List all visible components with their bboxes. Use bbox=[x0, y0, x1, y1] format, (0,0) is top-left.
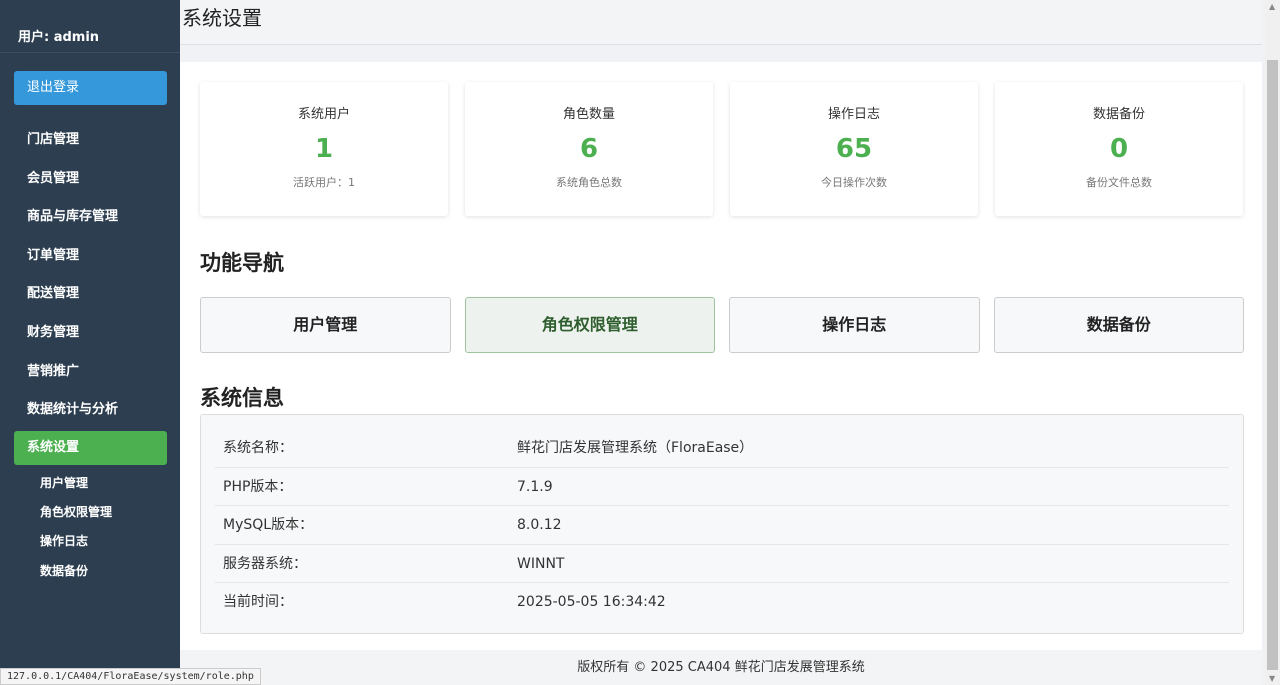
sidebar-item-system-settings[interactable]: 系统设置 bbox=[14, 430, 167, 465]
info-key: 系统名称： bbox=[223, 440, 293, 456]
logout-button[interactable]: 退出登录 bbox=[14, 71, 167, 105]
scroll-down-arrow-icon[interactable]: ▼ bbox=[1269, 674, 1275, 683]
submenu-item-roles[interactable]: 角色权限管理 bbox=[0, 498, 180, 527]
sidebar-item-orders[interactable]: 订单管理 bbox=[0, 238, 180, 277]
sidebar-item-analytics[interactable]: 数据统计与分析 bbox=[0, 392, 180, 431]
info-value: 7.1.9 bbox=[517, 478, 553, 495]
page-title: 系统设置 bbox=[182, 6, 262, 30]
submenu-item-backup[interactable]: 数据备份 bbox=[0, 557, 180, 586]
main-content: 系统用户 1 活跃用户：1 角色数量 6 系统角色总数 操作日志 65 今日操作… bbox=[180, 62, 1262, 650]
stats-row: 系统用户 1 活跃用户：1 角色数量 6 系统角色总数 操作日志 65 今日操作… bbox=[200, 82, 1244, 216]
info-row: 服务器系统： WINNT bbox=[215, 545, 1229, 583]
info-row: 当前时间： 2025-05-05 16:34:42 bbox=[215, 583, 1229, 622]
sidebar-item-delivery[interactable]: 配送管理 bbox=[0, 276, 180, 315]
stat-label: 操作日志 bbox=[827, 107, 880, 122]
stat-value: 65 bbox=[835, 134, 873, 164]
info-row: PHP版本： 7.1.9 bbox=[215, 468, 1229, 506]
stat-card-logs: 操作日志 65 今日操作次数 bbox=[730, 82, 978, 216]
system-info-panel: 系统名称： 鲜花门店发展管理系统（FloraEase） PHP版本： 7.1.9… bbox=[200, 414, 1244, 634]
nav-button-roles[interactable]: 角色权限管理 bbox=[464, 297, 715, 353]
stat-label: 系统用户 bbox=[297, 107, 350, 122]
info-key: MySQL版本： bbox=[223, 517, 314, 533]
info-row: MySQL版本： 8.0.12 bbox=[215, 506, 1229, 545]
stat-card-roles: 角色数量 6 系统角色总数 bbox=[465, 82, 713, 216]
stat-sub: 备份文件总数 bbox=[1086, 176, 1152, 189]
sidebar-menu: 门店管理 会员管理 商品与库存管理 订单管理 配送管理 财务管理 营销推广 数据… bbox=[0, 122, 180, 586]
stat-card-users: 系统用户 1 活跃用户：1 bbox=[200, 82, 448, 216]
submenu-item-users[interactable]: 用户管理 bbox=[0, 469, 180, 498]
info-key: 当前时间： bbox=[223, 594, 293, 610]
status-bar-url: 127.0.0.1/CA404/FloraEase/system/role.ph… bbox=[0, 668, 261, 685]
sidebar-item-products-inventory[interactable]: 商品与库存管理 bbox=[0, 199, 180, 238]
sidebar-item-marketing[interactable]: 营销推广 bbox=[0, 354, 180, 393]
stat-value: 6 bbox=[579, 134, 599, 164]
sidebar-item-members[interactable]: 会员管理 bbox=[0, 161, 180, 200]
nav-button-logs[interactable]: 操作日志 bbox=[729, 297, 980, 353]
stat-label: 数据备份 bbox=[1092, 107, 1145, 122]
stat-sub: 系统角色总数 bbox=[556, 176, 622, 189]
info-value: WINNT bbox=[517, 555, 565, 572]
nav-section-title: 功能导航 bbox=[200, 251, 284, 275]
info-row: 系统名称： 鲜花门店发展管理系统（FloraEase） bbox=[215, 429, 1229, 468]
info-value: 8.0.12 bbox=[517, 517, 562, 533]
sidebar: 用户: admin 退出登录 门店管理 会员管理 商品与库存管理 订单管理 配送… bbox=[0, 0, 180, 685]
info-key: PHP版本： bbox=[223, 478, 293, 495]
vertical-scrollbar[interactable]: ▲ ▼ bbox=[1265, 0, 1280, 685]
info-value: 2025-05-05 16:34:42 bbox=[517, 594, 666, 610]
function-nav: 用户管理 角色权限管理 操作日志 数据备份 bbox=[200, 297, 1244, 353]
stat-value: 1 bbox=[314, 134, 334, 164]
info-section-title: 系统信息 bbox=[200, 386, 284, 410]
stat-value: 0 bbox=[1109, 134, 1129, 164]
sidebar-item-finance[interactable]: 财务管理 bbox=[0, 315, 180, 354]
stat-card-backups: 数据备份 0 备份文件总数 bbox=[995, 82, 1243, 216]
nav-button-backup[interactable]: 数据备份 bbox=[993, 297, 1244, 353]
scroll-up-arrow-icon[interactable]: ▲ bbox=[1269, 2, 1275, 11]
sidebar-item-stores[interactable]: 门店管理 bbox=[0, 122, 180, 161]
nav-button-users[interactable]: 用户管理 bbox=[200, 297, 451, 353]
current-user: 用户: admin bbox=[0, 0, 180, 53]
stat-label: 角色数量 bbox=[562, 107, 615, 122]
page-header: 系统设置 bbox=[180, 0, 1262, 45]
sidebar-submenu: 用户管理 角色权限管理 操作日志 数据备份 bbox=[0, 469, 180, 586]
info-value: 鲜花门店发展管理系统（FloraEase） bbox=[517, 440, 754, 456]
stat-sub: 活跃用户：1 bbox=[293, 176, 355, 189]
info-key: 服务器系统： bbox=[223, 555, 307, 572]
stat-sub: 今日操作次数 bbox=[821, 176, 887, 189]
submenu-item-logs[interactable]: 操作日志 bbox=[0, 527, 180, 556]
page-footer: 版权所有 © 2025 CA404 鲜花门店发展管理系统 bbox=[180, 650, 1262, 685]
scroll-thumb[interactable] bbox=[1267, 60, 1278, 670]
